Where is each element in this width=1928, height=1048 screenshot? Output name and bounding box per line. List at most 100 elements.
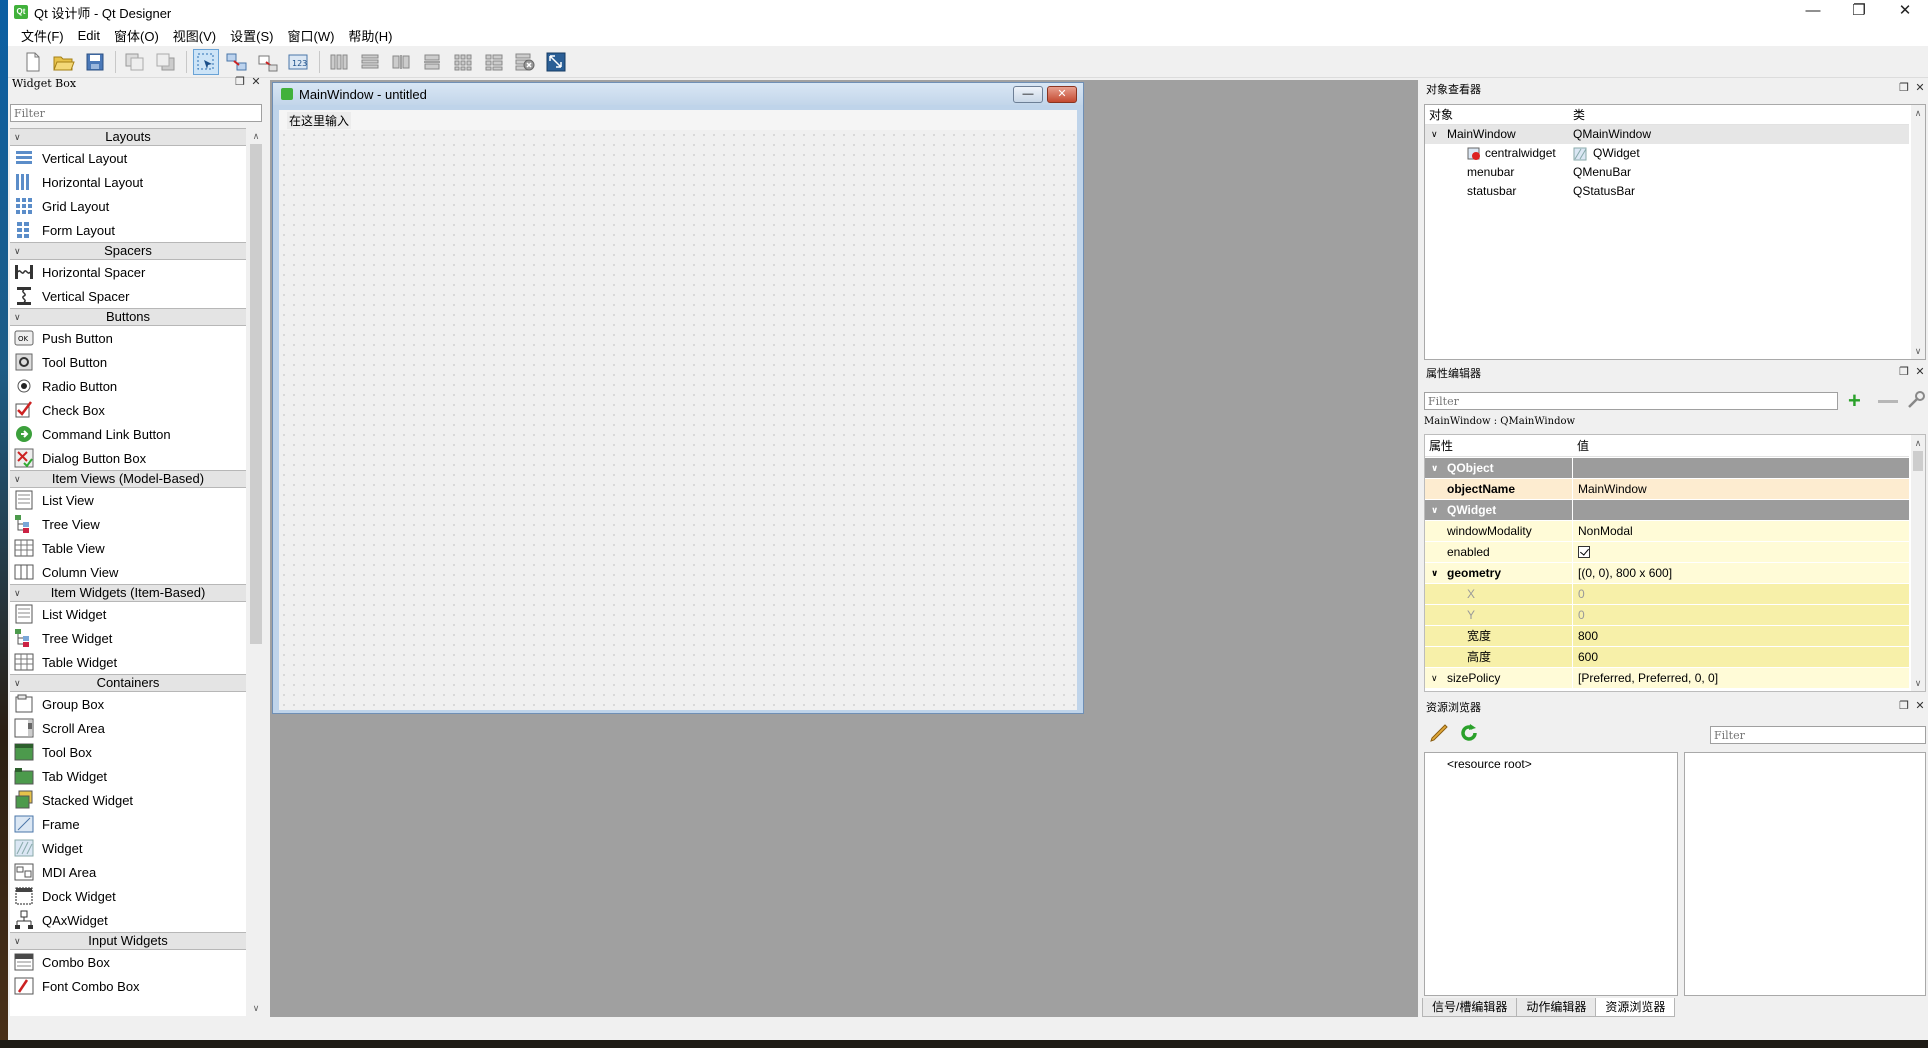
- widget-filter-input[interactable]: [10, 104, 262, 122]
- scroll-up-icon[interactable]: ∧: [248, 128, 264, 144]
- bring-to-front-icon[interactable]: [153, 49, 179, 75]
- tree-row-menubar[interactable]: menubar QMenuBar: [1425, 163, 1909, 182]
- widget-frame[interactable]: Frame: [10, 812, 246, 836]
- float-icon[interactable]: ❐: [1898, 82, 1910, 94]
- form-close-button[interactable]: ✕: [1047, 86, 1077, 103]
- widget-check-box[interactable]: Check Box: [10, 398, 246, 422]
- widget-radio-button[interactable]: Radio Button: [10, 374, 246, 398]
- break-layout-icon[interactable]: [512, 49, 538, 75]
- tree-row-mainwindow[interactable]: ∨ MainWindow QMainWindow: [1425, 125, 1909, 144]
- widget-tab-widget[interactable]: Tab Widget: [10, 764, 246, 788]
- resource-root[interactable]: <resource root>: [1447, 757, 1532, 771]
- category-item-views[interactable]: ∨ Item Views (Model-Based): [10, 470, 246, 488]
- scroll-down-icon[interactable]: ∨: [1911, 343, 1925, 359]
- category-layouts[interactable]: ∨ Layouts: [10, 128, 246, 146]
- widget-scroll-area[interactable]: Scroll Area: [10, 716, 246, 740]
- send-to-back-icon[interactable]: [122, 49, 148, 75]
- prop-enabled[interactable]: enabled: [1425, 542, 1909, 563]
- widget-command-link-button[interactable]: Command Link Button: [10, 422, 246, 446]
- menu-edit[interactable]: Edit: [71, 28, 107, 43]
- menu-settings[interactable]: 设置(S): [223, 26, 280, 45]
- close-icon[interactable]: ✕: [250, 76, 262, 88]
- category-spacers[interactable]: ∨ Spacers: [10, 242, 246, 260]
- edit-buddies-icon[interactable]: [255, 49, 281, 75]
- menu-form[interactable]: 窗体(O): [107, 26, 166, 45]
- close-icon[interactable]: ✕: [1914, 700, 1926, 712]
- widget-tool-box[interactable]: Tool Box: [10, 740, 246, 764]
- widget-stacked-widget[interactable]: Stacked Widget: [10, 788, 246, 812]
- menu-window[interactable]: 窗口(W): [280, 26, 341, 45]
- widget-dock-widget[interactable]: Dock Widget: [10, 884, 246, 908]
- float-icon[interactable]: ❐: [1898, 700, 1910, 712]
- widget-dialog-button-box[interactable]: Dialog Button Box: [10, 446, 246, 470]
- layout-vertical-icon[interactable]: [357, 49, 383, 75]
- prop-y[interactable]: Y0: [1425, 605, 1909, 626]
- type-here-menu[interactable]: 在这里输入: [287, 112, 352, 129]
- save-icon[interactable]: [82, 49, 108, 75]
- widget-tree-widget[interactable]: Tree Widget: [10, 626, 246, 650]
- close-button[interactable]: ✕: [1882, 0, 1928, 24]
- menu-view[interactable]: 视图(V): [166, 26, 223, 45]
- widget-vertical-layout[interactable]: Vertical Layout: [10, 146, 246, 170]
- tree-row-centralwidget[interactable]: centralwidget QWidget: [1425, 144, 1909, 163]
- widget-list-widget[interactable]: List Widget: [10, 602, 246, 626]
- prop-height[interactable]: 高度 600: [1425, 647, 1909, 668]
- prop-value[interactable]: [(0, 0), 800 x 600]: [1574, 563, 1909, 584]
- form-canvas[interactable]: 在这里输入: [279, 110, 1077, 710]
- object-tree-scrollbar[interactable]: ∧ ∨: [1911, 105, 1925, 359]
- category-buttons[interactable]: ∨ Buttons: [10, 308, 246, 326]
- edit-resources-icon[interactable]: [1428, 722, 1450, 744]
- prop-geometry[interactable]: ∨ geometry [(0, 0), 800 x 600]: [1425, 563, 1909, 584]
- form-minimize-button[interactable]: —: [1013, 86, 1043, 103]
- group-qobject[interactable]: ∨ QObject: [1425, 458, 1909, 479]
- form-window[interactable]: MainWindow - untitled — ✕ 在这里输入: [272, 82, 1084, 714]
- property-filter-input[interactable]: [1424, 392, 1838, 410]
- configure-icon[interactable]: [1906, 390, 1926, 410]
- enabled-checkbox[interactable]: [1578, 545, 1590, 558]
- scroll-down-icon[interactable]: ∨: [248, 1000, 264, 1016]
- prop-value[interactable]: 800: [1574, 626, 1909, 647]
- widget-table-view[interactable]: Table View: [10, 536, 246, 560]
- widget-group-box[interactable]: Group Box: [10, 692, 246, 716]
- widget-vertical-spacer[interactable]: Vertical Spacer: [10, 284, 246, 308]
- prop-value[interactable]: 0: [1574, 584, 1909, 605]
- scroll-up-icon[interactable]: ∧: [1911, 435, 1925, 451]
- remove-property-icon[interactable]: [1878, 400, 1898, 403]
- layout-horizontal-icon[interactable]: [326, 49, 352, 75]
- widget-grid-layout[interactable]: Grid Layout: [10, 194, 246, 218]
- tab-action-editor[interactable]: 动作编辑器: [1516, 998, 1597, 1017]
- prop-objectname[interactable]: objectName MainWindow: [1425, 479, 1909, 500]
- minimize-button[interactable]: —: [1790, 0, 1836, 24]
- prop-value[interactable]: MainWindow: [1574, 479, 1909, 500]
- widget-tree-view[interactable]: Tree View: [10, 512, 246, 536]
- resource-filter-input[interactable]: [1710, 726, 1926, 744]
- tree-row-statusbar[interactable]: statusbar QStatusBar: [1425, 182, 1909, 201]
- widget-qaxwidget[interactable]: QAxWidget: [10, 908, 246, 932]
- prop-value[interactable]: 0: [1574, 605, 1909, 626]
- new-file-icon[interactable]: [20, 49, 46, 75]
- tab-signal-slot-editor[interactable]: 信号/槽编辑器: [1422, 998, 1518, 1017]
- tab-resource-browser[interactable]: 资源浏览器: [1595, 998, 1676, 1017]
- add-property-icon[interactable]: +: [1848, 390, 1861, 412]
- menu-file[interactable]: 文件(F): [14, 26, 71, 45]
- prop-windowmodality[interactable]: windowModality NonModal: [1425, 521, 1909, 542]
- scroll-thumb[interactable]: [250, 144, 262, 644]
- edit-widgets-icon[interactable]: [193, 48, 219, 75]
- widget-box-scrollbar[interactable]: ∧ ∨: [248, 128, 264, 1016]
- scroll-up-icon[interactable]: ∧: [1911, 105, 1925, 121]
- category-item-widgets[interactable]: ∨ Item Widgets (Item-Based): [10, 584, 246, 602]
- layout-form-icon[interactable]: [481, 49, 507, 75]
- edit-tab-order-icon[interactable]: 123: [286, 49, 312, 75]
- scroll-down-icon[interactable]: ∨: [1911, 675, 1925, 691]
- widget-widget[interactable]: Widget: [10, 836, 246, 860]
- menu-help[interactable]: 帮助(H): [341, 26, 399, 45]
- edit-signals-slots-icon[interactable]: [224, 49, 250, 75]
- prop-value[interactable]: 600: [1574, 647, 1909, 668]
- restore-button[interactable]: ❐: [1836, 0, 1882, 24]
- group-qwidget[interactable]: ∨ QWidget: [1425, 500, 1909, 521]
- prop-width[interactable]: 宽度 800: [1425, 626, 1909, 647]
- category-containers[interactable]: ∨ Containers: [10, 674, 246, 692]
- reload-icon[interactable]: [1458, 722, 1480, 744]
- widget-tool-button[interactable]: Tool Button: [10, 350, 246, 374]
- close-icon[interactable]: ✕: [1914, 366, 1926, 378]
